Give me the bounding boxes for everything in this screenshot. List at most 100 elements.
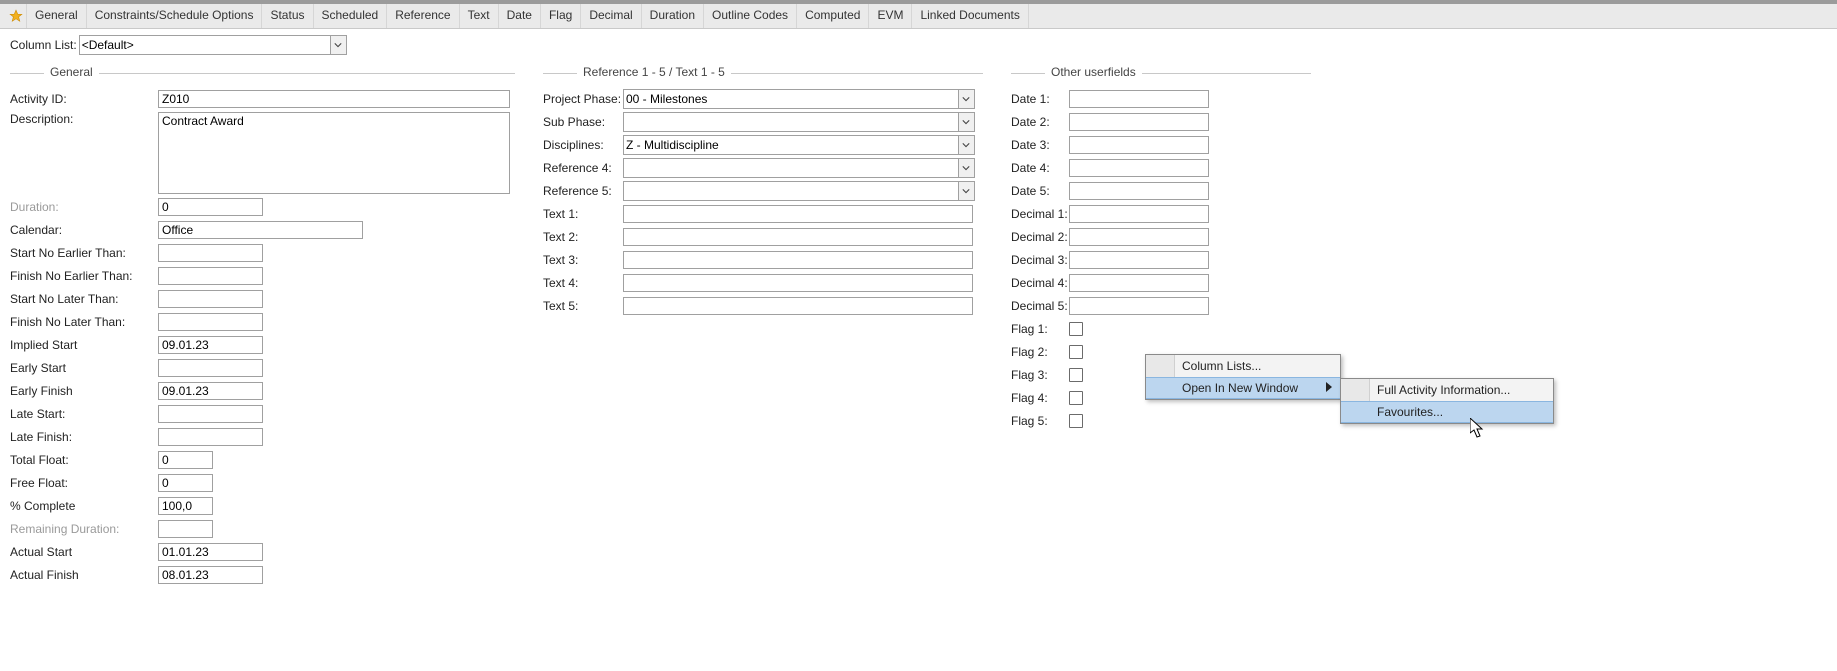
project-phase-value[interactable] <box>624 91 958 107</box>
reference4-dropdown[interactable] <box>623 158 975 178</box>
project-phase-dropdown[interactable] <box>623 89 975 109</box>
column-list-value[interactable] <box>80 37 330 53</box>
chevron-down-icon[interactable] <box>958 113 974 131</box>
disciplines-value[interactable] <box>624 137 958 153</box>
chevron-down-icon[interactable] <box>958 159 974 177</box>
tab-scheduled[interactable]: Scheduled <box>314 4 388 28</box>
menu-item-column-lists[interactable]: Column Lists... <box>1146 355 1340 377</box>
text3-field[interactable] <box>623 251 973 269</box>
lbl-t1: Text 1: <box>543 207 623 221</box>
lbl-description: Description: <box>10 112 158 126</box>
late-finish-field[interactable] <box>158 428 263 446</box>
lbl-dec1: Decimal 1: <box>1011 207 1069 221</box>
flag2-checkbox[interactable] <box>1069 345 1083 359</box>
tab-reference[interactable]: Reference <box>387 4 459 28</box>
date4-field[interactable] <box>1069 159 1209 177</box>
lbl-date4: Date 4: <box>1011 161 1069 175</box>
decimal4-field[interactable] <box>1069 274 1209 292</box>
lbl-disc: Disciplines: <box>543 138 623 152</box>
tab-computed[interactable]: Computed <box>797 4 869 28</box>
fnet-field[interactable] <box>158 267 263 285</box>
menu-item-label: Open In New Window <box>1182 381 1298 395</box>
tab-outline-codes[interactable]: Outline Codes <box>704 4 797 28</box>
reference5-value[interactable] <box>624 183 958 199</box>
early-finish-field[interactable] <box>158 382 263 400</box>
actual-finish-field[interactable] <box>158 566 263 584</box>
reference5-dropdown[interactable] <box>623 181 975 201</box>
disciplines-dropdown[interactable] <box>623 135 975 155</box>
date5-field[interactable] <box>1069 182 1209 200</box>
lbl-date2: Date 2: <box>1011 115 1069 129</box>
tab-date[interactable]: Date <box>499 4 541 28</box>
date2-field[interactable] <box>1069 113 1209 131</box>
text2-field[interactable] <box>623 228 973 246</box>
tab-bar: GeneralConstraints/Schedule OptionsStatu… <box>0 4 1837 29</box>
tab-flag[interactable]: Flag <box>541 4 581 28</box>
tab-linked-documents[interactable]: Linked Documents <box>912 4 1028 28</box>
submenu-item-full-activity-info[interactable]: Full Activity Information... <box>1341 379 1553 401</box>
calendar-field[interactable] <box>158 221 363 239</box>
submenu-item-favourites[interactable]: Favourites... <box>1341 401 1553 423</box>
panel-other-title: Other userfields <box>1011 65 1311 81</box>
date3-field[interactable] <box>1069 136 1209 154</box>
lbl-as: Actual Start <box>10 545 158 559</box>
favourites-icon[interactable] <box>6 4 26 28</box>
flag5-checkbox[interactable] <box>1069 414 1083 428</box>
flag4-checkbox[interactable] <box>1069 391 1083 405</box>
implied-start-field[interactable] <box>158 336 263 354</box>
lbl-flag1: Flag 1: <box>1011 322 1069 336</box>
tab-decimal[interactable]: Decimal <box>581 4 641 28</box>
chevron-down-icon[interactable] <box>958 90 974 108</box>
total-float-field[interactable] <box>158 451 213 469</box>
text4-field[interactable] <box>623 274 973 292</box>
fnlt-field[interactable] <box>158 313 263 331</box>
tab-general[interactable]: General <box>26 4 87 28</box>
tab-evm[interactable]: EVM <box>869 4 912 28</box>
flag1-checkbox[interactable] <box>1069 322 1083 336</box>
sub-phase-value[interactable] <box>624 114 958 130</box>
remaining-duration-field[interactable] <box>158 520 213 538</box>
text5-field[interactable] <box>623 297 973 315</box>
chevron-down-icon[interactable] <box>330 36 346 54</box>
lbl-t4: Text 4: <box>543 276 623 290</box>
menu-item-label: Favourites... <box>1377 405 1443 419</box>
lbl-ef: Early Finish <box>10 384 158 398</box>
lbl-fnlt: Finish No Later Than: <box>10 315 158 329</box>
percent-complete-field[interactable] <box>158 497 213 515</box>
description-field[interactable] <box>158 112 510 194</box>
panel-reference-text: Reference 1 - 5 / Text 1 - 5 Project Pha… <box>543 59 983 319</box>
lbl-phase: Project Phase: <box>543 92 623 106</box>
snet-field[interactable] <box>158 244 263 262</box>
panel-general-title: General <box>10 65 515 81</box>
sub-phase-dropdown[interactable] <box>623 112 975 132</box>
duration-field[interactable] <box>158 198 263 216</box>
lbl-pct: % Complete <box>10 499 158 513</box>
actual-start-field[interactable] <box>158 543 263 561</box>
lbl-r5: Reference 5: <box>543 184 623 198</box>
flag3-checkbox[interactable] <box>1069 368 1083 382</box>
tab-constraints-schedule-options[interactable]: Constraints/Schedule Options <box>87 4 263 28</box>
free-float-field[interactable] <box>158 474 213 492</box>
date1-field[interactable] <box>1069 90 1209 108</box>
decimal3-field[interactable] <box>1069 251 1209 269</box>
tab-status[interactable]: Status <box>262 4 313 28</box>
chevron-down-icon[interactable] <box>958 136 974 154</box>
text1-field[interactable] <box>623 205 973 223</box>
menu-item-open-new-window[interactable]: Open In New Window <box>1146 377 1340 399</box>
snlt-field[interactable] <box>158 290 263 308</box>
reference4-value[interactable] <box>624 160 958 176</box>
tab-duration[interactable]: Duration <box>642 4 704 28</box>
lbl-t2: Text 2: <box>543 230 623 244</box>
column-list-dropdown[interactable] <box>79 35 347 55</box>
lbl-date5: Date 5: <box>1011 184 1069 198</box>
decimal2-field[interactable] <box>1069 228 1209 246</box>
late-start-field[interactable] <box>158 405 263 423</box>
tab-text[interactable]: Text <box>460 4 499 28</box>
early-start-field[interactable] <box>158 359 263 377</box>
context-menu: Column Lists... Open In New Window <box>1145 354 1341 400</box>
column-list-row: Column List: <box>0 29 1837 59</box>
decimal5-field[interactable] <box>1069 297 1209 315</box>
activity-id-field[interactable] <box>158 90 510 108</box>
chevron-down-icon[interactable] <box>958 182 974 200</box>
decimal1-field[interactable] <box>1069 205 1209 223</box>
